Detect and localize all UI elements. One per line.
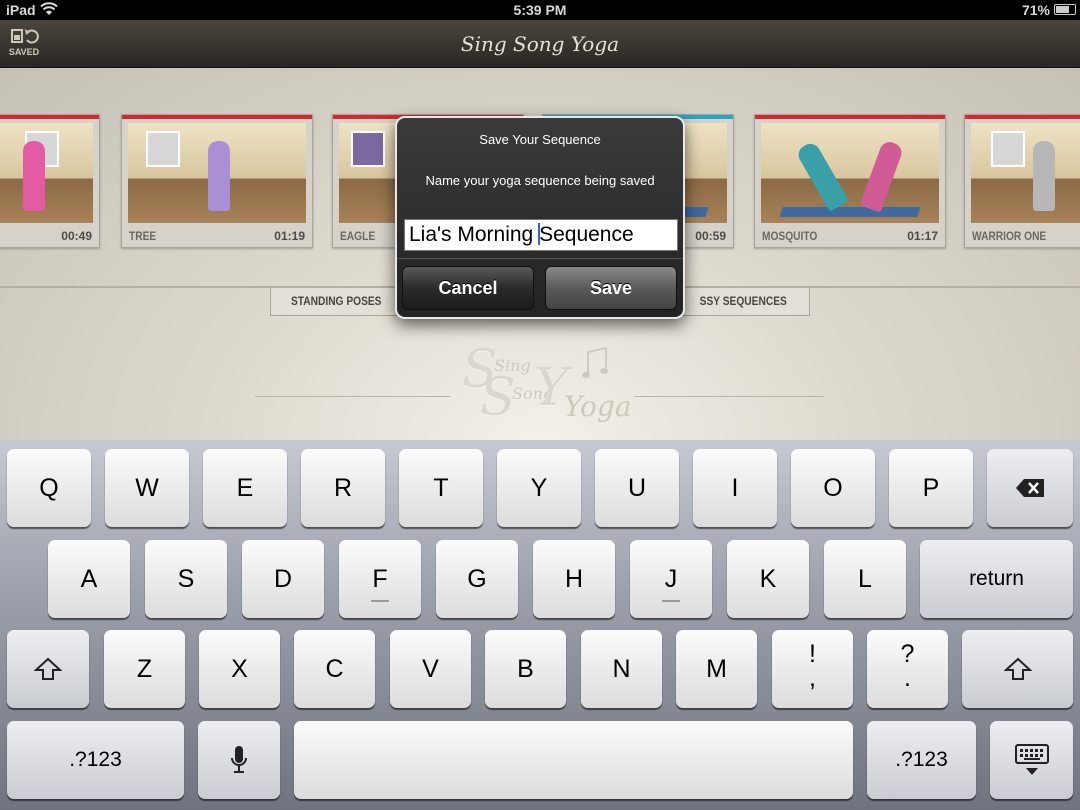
key-n[interactable]: N xyxy=(581,630,662,708)
numbers-key-right[interactable]: .?123 xyxy=(867,721,976,799)
pose-thumbnail xyxy=(128,123,306,223)
pose-duration: 00:49 xyxy=(61,229,92,243)
key-m[interactable]: M xyxy=(676,630,757,708)
key-comma-label: , xyxy=(809,664,816,692)
key-d[interactable]: D xyxy=(242,540,324,618)
app-title: Sing Song Yoga xyxy=(460,32,620,56)
dialog-message: Name your yoga sequence being saved xyxy=(425,173,655,188)
card-accent xyxy=(0,115,99,119)
tab-label: SSY SEQUENCES xyxy=(699,294,787,308)
key-h[interactable]: H xyxy=(533,540,615,618)
numbers-key-left[interactable]: .?123 xyxy=(7,721,184,799)
key-v[interactable]: V xyxy=(390,630,471,708)
battery-percent: 71% xyxy=(1021,2,1050,18)
key-t[interactable]: T xyxy=(399,449,483,527)
key-g[interactable]: G xyxy=(436,540,518,618)
dialog-title: Save Your Sequence xyxy=(479,132,601,147)
logo-rule-right xyxy=(634,396,824,397)
pose-name: EAGLE xyxy=(340,229,376,243)
hide-keyboard-icon xyxy=(1014,744,1049,775)
pose-card[interactable]: WARRIOR ONE xyxy=(964,114,1080,248)
key-c[interactable]: C xyxy=(294,630,375,708)
key-p[interactable]: P xyxy=(889,449,973,527)
pose-thumbnail xyxy=(971,123,1080,223)
key-question-period[interactable]: ?. xyxy=(867,630,948,708)
shift-icon xyxy=(1003,657,1032,680)
pose-card[interactable]: MOSQUITO 01:17 xyxy=(754,114,946,248)
sing-song-yoga-logo: S Sing S Song Y Yoga xyxy=(462,340,632,428)
pose-name: WARRIOR ONE xyxy=(972,229,1047,243)
key-o[interactable]: O xyxy=(791,449,875,527)
key-l[interactable]: L xyxy=(824,540,906,618)
microphone-icon xyxy=(231,746,247,773)
hide-keyboard-key[interactable] xyxy=(990,721,1073,799)
key-exclaim-comma[interactable]: !, xyxy=(772,630,853,708)
pose-duration: 01:17 xyxy=(907,229,938,243)
pose-duration: 00:59 xyxy=(695,229,726,243)
tab-standing-poses[interactable]: STANDING POSES xyxy=(270,288,402,316)
key-f[interactable]: F xyxy=(339,540,421,618)
key-exclaim-label: ! xyxy=(809,640,816,668)
key-e[interactable]: E xyxy=(203,449,287,527)
key-i[interactable]: I xyxy=(693,449,777,527)
music-note-icon xyxy=(582,346,608,378)
return-key[interactable]: return xyxy=(920,540,1073,618)
key-x[interactable]: X xyxy=(199,630,280,708)
key-j-label: J xyxy=(664,565,678,593)
home-row-marker xyxy=(662,600,680,602)
key-u[interactable]: U xyxy=(595,449,679,527)
card-accent xyxy=(122,115,312,119)
key-w[interactable]: W xyxy=(105,449,189,527)
key-s[interactable]: S xyxy=(145,540,227,618)
pose-thumbnail xyxy=(0,123,93,223)
home-row-marker xyxy=(371,600,389,602)
key-r[interactable]: R xyxy=(301,449,385,527)
backspace-key[interactable] xyxy=(987,449,1073,527)
shift-key-left[interactable] xyxy=(7,630,89,708)
key-y[interactable]: Y xyxy=(497,449,581,527)
key-f-label: F xyxy=(372,565,388,593)
pose-name: MOSQUITO xyxy=(762,229,818,243)
shift-icon xyxy=(34,657,62,680)
key-question-label: ? xyxy=(900,640,915,668)
card-accent xyxy=(755,115,945,119)
logo-rule-left xyxy=(255,396,450,397)
cancel-button[interactable]: Cancel xyxy=(402,266,534,310)
backspace-icon xyxy=(1016,479,1044,497)
dictation-key[interactable] xyxy=(198,721,280,799)
pose-duration: 01:19 xyxy=(274,229,305,243)
space-bar[interactable] xyxy=(294,721,853,799)
sequence-name-input[interactable]: Lia's Morning Sequence xyxy=(404,219,678,251)
dialog-divider xyxy=(397,258,683,259)
pose-card[interactable]: 00:49 xyxy=(0,114,100,248)
key-a[interactable]: A xyxy=(48,540,130,618)
key-q[interactable]: Q xyxy=(7,449,91,527)
tab-ssy-sequences[interactable]: SSY SEQUENCES xyxy=(676,288,810,316)
key-b[interactable]: B xyxy=(485,630,566,708)
pose-thumbnail xyxy=(761,123,939,223)
input-text-after-caret: Sequence xyxy=(539,223,634,246)
app-header: SAVED Sing Song Yoga xyxy=(0,20,1080,68)
key-period-label: . xyxy=(904,664,911,692)
status-bar: iPad 5:39 PM 71% xyxy=(0,0,1080,20)
pose-name: TREE xyxy=(129,229,157,243)
key-j[interactable]: J xyxy=(630,540,712,618)
tab-label: STANDING POSES xyxy=(290,294,382,308)
clock: 5:39 PM xyxy=(513,2,567,18)
battery-icon xyxy=(1054,4,1076,15)
key-k[interactable]: K xyxy=(727,540,809,618)
key-z[interactable]: Z xyxy=(104,630,185,708)
save-sequence-dialog: Save Your Sequence Name your yoga sequen… xyxy=(395,116,685,319)
shift-key-right[interactable] xyxy=(962,630,1073,708)
pose-card[interactable]: TREE 01:19 xyxy=(121,114,313,248)
save-button[interactable]: Save xyxy=(545,266,677,310)
onscreen-keyboard: Q W E R T Y U I O P A S D F G H J K L re… xyxy=(0,440,1080,810)
card-accent xyxy=(965,115,1080,119)
input-text-before-caret: Lia's Morning xyxy=(409,223,540,246)
